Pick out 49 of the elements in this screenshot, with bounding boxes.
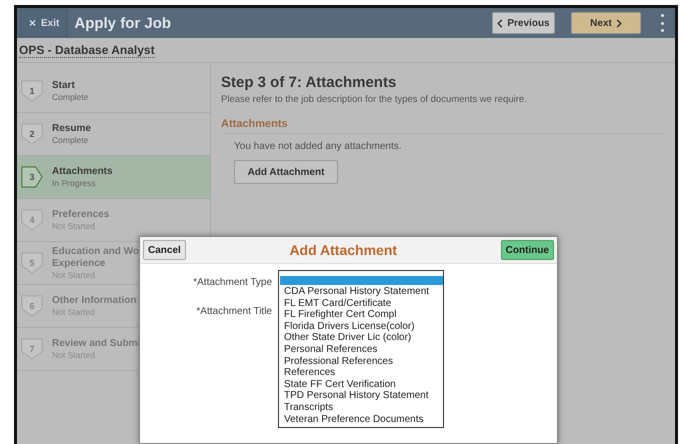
list-option[interactable]: TPD Personal History Statement bbox=[280, 390, 443, 402]
step-status: Complete bbox=[52, 92, 88, 102]
previous-button[interactable]: Previous bbox=[492, 12, 555, 34]
list-option[interactable]: Other State Driver Lic (color) bbox=[280, 332, 443, 344]
chevron-left-icon bbox=[497, 18, 504, 28]
step-badge: 4 bbox=[21, 209, 43, 231]
list-option[interactable]: Florida Drivers License(color) bbox=[280, 320, 443, 332]
chevron-right-icon bbox=[616, 18, 622, 28]
cancel-button[interactable]: Cancel bbox=[143, 240, 186, 260]
step-title: Other Information bbox=[52, 295, 136, 307]
add-attachment-button[interactable]: Add Attachment bbox=[234, 160, 338, 184]
list-option[interactable]: Veteran Preference Documents bbox=[280, 414, 443, 426]
step-item[interactable]: 3 Attachments In Progress bbox=[17, 156, 210, 199]
dialog-title: Add Attachment bbox=[289, 242, 398, 258]
step-badge: 2 bbox=[21, 123, 43, 145]
step-title: Education and Wo bbox=[52, 246, 140, 258]
list-option[interactable]: References bbox=[280, 367, 443, 379]
step-item[interactable]: 1 Start Complete bbox=[17, 70, 210, 113]
empty-message: You have not added any attachments. bbox=[234, 141, 403, 152]
step-badge: 5 bbox=[21, 252, 43, 274]
continue-button[interactable]: Continue bbox=[500, 240, 554, 260]
more-menu-icon[interactable] bbox=[659, 14, 665, 32]
attachment-type-listbox[interactable] bbox=[278, 270, 444, 428]
job-title-link[interactable]: OPS - Database Analyst bbox=[19, 42, 155, 58]
list-option[interactable]: CDA Personal History Statement bbox=[280, 286, 443, 298]
list-option[interactable]: FL EMT Card/Certificate bbox=[280, 298, 443, 310]
step-description: Please refer to the job description for the types of documents we require. bbox=[221, 94, 528, 105]
step-badge: 6 bbox=[21, 295, 43, 317]
step-badge: 3 bbox=[21, 166, 43, 188]
exit-button[interactable]: × Exit bbox=[20, 9, 68, 37]
step-title: Attachments bbox=[52, 166, 113, 178]
step-badge: 1 bbox=[21, 80, 43, 102]
page-title: Apply for Job bbox=[74, 14, 172, 32]
step-badge: 7 bbox=[21, 338, 43, 360]
list-option[interactable]: Personal References bbox=[280, 344, 443, 356]
list-option[interactable]: State FF Cert Verification bbox=[280, 378, 443, 390]
step-title: Resume bbox=[52, 123, 91, 135]
list-option[interactable]: FL Firefighter Cert Compl bbox=[280, 309, 443, 321]
step-title: Experience bbox=[52, 258, 106, 270]
step-title: Preferences bbox=[52, 209, 110, 221]
step-title: Review and Submi bbox=[52, 338, 140, 350]
step-status: In Progress bbox=[52, 178, 96, 188]
step-heading: Step 3 of 7: Attachments bbox=[221, 74, 398, 91]
step-title: Start bbox=[52, 80, 76, 92]
list-option[interactable]: Professional References bbox=[280, 356, 443, 368]
step-status: Complete bbox=[52, 135, 90, 145]
next-button[interactable]: Next bbox=[571, 12, 641, 34]
section-heading: Attachments bbox=[221, 118, 665, 134]
list-option[interactable]: Transcripts bbox=[280, 402, 443, 414]
